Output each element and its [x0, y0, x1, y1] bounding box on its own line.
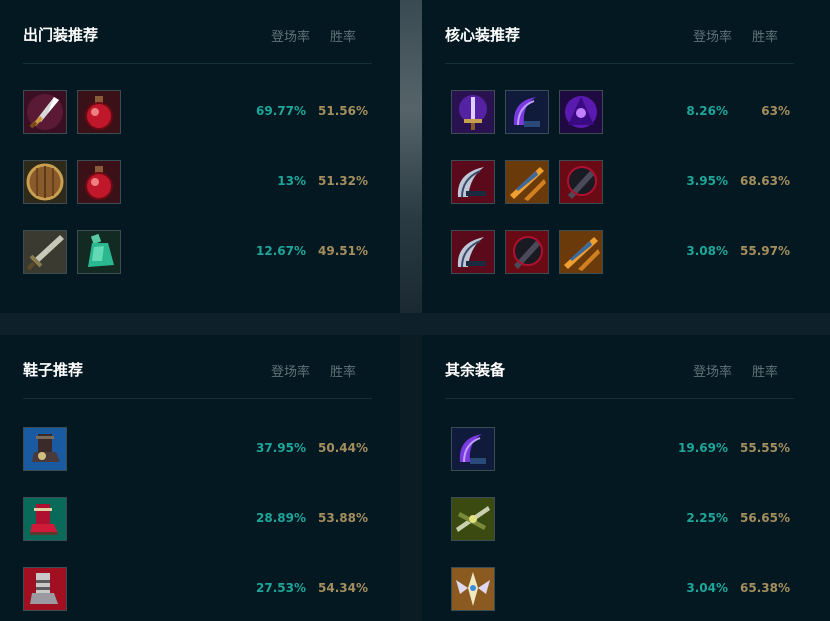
crimson-scythe-icon[interactable]	[451, 160, 495, 204]
pick-rate-header[interactable]: 登场率	[271, 26, 310, 45]
win-rate-value: 68.63%	[740, 174, 790, 188]
build-row: 27.53% 54.34%	[23, 567, 372, 611]
purple-hook-blade-icon[interactable]	[505, 90, 549, 134]
build-row: 2.25% 56.65%	[445, 497, 794, 541]
blue-boots-icon[interactable]	[23, 427, 67, 471]
boots-panel: 鞋子推荐 登场率 胜率 37.95% 50.44% 28.89% 53.88% …	[0, 335, 400, 621]
pick-rate-value: 37.95%	[256, 441, 306, 455]
background-splash-strip	[400, 0, 422, 313]
build-row: 3.04% 65.38%	[445, 567, 794, 611]
pick-rate-value: 12.67%	[256, 244, 306, 258]
purple-sword-icon[interactable]	[451, 90, 495, 134]
pick-rate-value: 8.26%	[686, 104, 728, 118]
panel-title: 其余装备	[445, 361, 506, 379]
build-row: 69.77% 51.56%	[23, 90, 372, 134]
win-rate-value: 63%	[761, 104, 790, 118]
build-row: 3.08% 55.97%	[445, 230, 794, 274]
build-row: 37.95% 50.44%	[23, 427, 372, 471]
violet-hood-icon[interactable]	[559, 90, 603, 134]
build-row: 8.26% 63%	[445, 90, 794, 134]
panel-header: 核心装推荐 登场率 胜率	[445, 22, 794, 64]
pick-rate-value: 27.53%	[256, 581, 306, 595]
green-crossbow-icon[interactable]	[451, 497, 495, 541]
win-rate-value: 51.32%	[318, 174, 368, 188]
black-cleaver-icon[interactable]	[505, 230, 549, 274]
dagger-icon[interactable]	[23, 90, 67, 134]
winged-crest-icon[interactable]	[451, 567, 495, 611]
panel-title: 核心装推荐	[445, 26, 521, 44]
starter-items-panel: 出门装推荐 登场率 胜率 69.77% 51.56% 13% 51.32% 12…	[0, 0, 400, 313]
other-items-panel: 其余装备 登场率 胜率 19.69% 55.55% 2.25% 56.65% 3…	[422, 335, 830, 621]
golden-blades-icon[interactable]	[505, 160, 549, 204]
win-rate-value: 53.88%	[318, 511, 368, 525]
win-rate-value: 65.38%	[740, 581, 790, 595]
build-row: 28.89% 53.88%	[23, 497, 372, 541]
build-row: 12.67% 49.51%	[23, 230, 372, 274]
win-rate-value: 54.34%	[318, 581, 368, 595]
red-boots-icon[interactable]	[23, 497, 67, 541]
armored-boots-icon[interactable]	[23, 567, 67, 611]
panel-title: 鞋子推荐	[23, 361, 84, 379]
panel-divider	[0, 313, 830, 335]
pick-rate-value: 2.25%	[686, 511, 728, 525]
win-rate-value: 50.44%	[318, 441, 368, 455]
win-rate-header[interactable]: 胜率	[330, 361, 356, 380]
build-row: 13% 51.32%	[23, 160, 372, 204]
black-cleaver-icon[interactable]	[559, 160, 603, 204]
crimson-scythe-icon[interactable]	[451, 230, 495, 274]
panel-header: 鞋子推荐 登场率 胜率	[23, 357, 372, 399]
pick-rate-value: 19.69%	[678, 441, 728, 455]
purple-hook-blade-icon[interactable]	[451, 427, 495, 471]
health-potion-icon[interactable]	[77, 90, 121, 134]
win-rate-header[interactable]: 胜率	[752, 26, 778, 45]
pick-rate-value: 28.89%	[256, 511, 306, 525]
wooden-shield-icon[interactable]	[23, 160, 67, 204]
win-rate-value: 56.65%	[740, 511, 790, 525]
win-rate-header[interactable]: 胜率	[330, 26, 356, 45]
pick-rate-value: 13%	[277, 174, 306, 188]
panel-title: 出门装推荐	[23, 26, 99, 44]
pick-rate-header[interactable]: 登场率	[693, 361, 732, 380]
core-items-panel: 核心装推荐 登场率 胜率 8.26% 63% 3.95% 68.63% 3.08…	[422, 0, 830, 313]
win-rate-value: 55.55%	[740, 441, 790, 455]
long-sword-icon[interactable]	[23, 230, 67, 274]
panel-header: 其余装备 登场率 胜率	[445, 357, 794, 399]
pick-rate-value: 69.77%	[256, 104, 306, 118]
build-row: 3.95% 68.63%	[445, 160, 794, 204]
pick-rate-header[interactable]: 登场率	[271, 361, 310, 380]
win-rate-value: 49.51%	[318, 244, 368, 258]
win-rate-value: 55.97%	[740, 244, 790, 258]
build-row: 19.69% 55.55%	[445, 427, 794, 471]
refillable-potion-icon[interactable]	[77, 230, 121, 274]
pick-rate-value: 3.95%	[686, 174, 728, 188]
golden-blades-icon[interactable]	[559, 230, 603, 274]
win-rate-header[interactable]: 胜率	[752, 361, 778, 380]
win-rate-value: 51.56%	[318, 104, 368, 118]
health-potion-icon[interactable]	[77, 160, 121, 204]
panel-header: 出门装推荐 登场率 胜率	[23, 22, 372, 64]
pick-rate-value: 3.08%	[686, 244, 728, 258]
pick-rate-value: 3.04%	[686, 581, 728, 595]
pick-rate-header[interactable]: 登场率	[693, 26, 732, 45]
